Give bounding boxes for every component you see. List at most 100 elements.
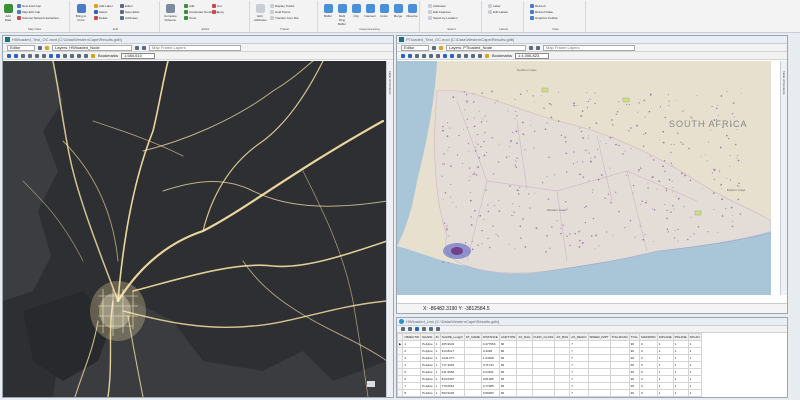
buffer-button[interactable]: Buffer [322,4,334,18]
ribbon-item[interactable]: Refresh Data [530,10,553,14]
table-cell[interactable] [587,396,611,397]
editor-dropdown[interactable]: Editor [401,44,429,51]
fixed-zoom-in-icon[interactable] [429,53,433,58]
table-cell[interactable]: 7 [569,396,589,397]
previous-extent-icon[interactable] [443,53,447,58]
table-cell[interactable] [587,382,611,390]
table-cell[interactable]: 5 [402,368,422,376]
table-cell[interactable] [516,375,533,383]
table-cell[interactable]: 4 [402,361,422,369]
measure-icon[interactable] [471,53,475,58]
zoom-in-icon[interactable] [7,53,11,58]
table-cell[interactable]: 1 [687,340,702,348]
ribbon-item[interactable]: Add Label [94,4,113,8]
table-cell[interactable]: Polyline [420,368,435,376]
pan-hand-icon[interactable] [415,53,419,58]
table-row[interactable]: 2 Polyline 1 313.8217 0.3348 66 7 90 0 1 1 1 [397,347,702,355]
table-cell[interactable]: 3 [402,354,422,362]
ribbon-item[interactable]: Select [94,10,107,14]
identify-tool-icon[interactable] [70,53,74,58]
table-cell[interactable] [554,361,571,369]
table-cell[interactable]: 1 [687,361,702,369]
table-cell[interactable]: 90 [628,382,641,390]
ribbon-item[interactable]: Select by Location [428,16,458,20]
table-cell[interactable]: 90 [628,389,641,397]
table-cell[interactable]: 66 [498,396,518,397]
table-cell[interactable]: 7 [569,375,589,383]
table-cell[interactable]: 0.77905 [480,382,500,390]
table-cell[interactable] [463,382,482,390]
table-cell[interactable]: 7 [402,382,422,390]
merge-button[interactable]: Merge [392,4,404,18]
table-cell[interactable] [463,375,482,383]
table-cell[interactable]: 0 [639,389,658,397]
table-row[interactable]: 4 Polyline 1 717.3315 0.71734 66 7 90 0 1 1 1 [397,361,702,369]
table-cell[interactable]: 0.24161 [480,368,500,376]
table-cell[interactable]: 66 [498,340,518,348]
table-cell[interactable]: 1 [656,368,674,376]
table-cell[interactable]: 1 [656,361,674,369]
ribbon-item[interactable]: Refresh [530,4,546,8]
ribbon-item[interactable]: Copy [212,10,224,14]
edit-tool-icon[interactable] [432,45,436,50]
table-cell[interactable]: 0 [639,340,658,348]
ribbon-item[interactable]: Attributes [428,4,446,8]
table-cell[interactable]: 90 [628,361,641,369]
table-cell[interactable]: 1244.677 [439,354,465,362]
table-row[interactable]: 7 Polyline 1 779.0516 0.77905 66 7 90 0 1 1 1 [397,382,702,390]
bookmarks-button[interactable]: Bookmarks [492,53,512,58]
ribbon-item[interactable]: Editor [120,4,133,8]
clip-button[interactable]: Clip [350,4,362,18]
clear-selection-icon[interactable] [429,327,433,331]
table-cell[interactable]: 813.6497 [439,375,465,383]
table-cell[interactable] [587,361,611,369]
zoom-out-icon[interactable] [408,53,412,58]
table-cell[interactable]: Polyline [420,361,435,369]
table-cell[interactable] [463,361,482,369]
table-cell[interactable] [531,354,556,362]
table-cell[interactable] [609,361,630,369]
table-cell[interactable] [609,368,630,376]
table-cell[interactable]: Polyline [420,389,435,397]
table-cell[interactable]: 1 [656,389,674,397]
table-cell[interactable] [587,375,611,383]
table-cell[interactable] [531,347,556,355]
table-cell[interactable]: 0.81365 [480,375,500,383]
table-cell[interactable]: 90 [628,340,641,348]
table-cell[interactable] [516,382,533,390]
table-cell[interactable] [554,375,571,383]
table-cell[interactable]: 7 [569,382,589,390]
full-extent-icon[interactable] [28,53,32,58]
table-cell[interactable] [587,368,611,376]
pan-icon[interactable] [529,45,533,50]
column-header[interactable]: DISTANCE [480,333,500,341]
table-cell[interactable] [463,347,482,355]
table-cell[interactable]: 1 [672,382,689,390]
table-cell[interactable]: 1 [672,368,689,376]
full-extent-icon[interactable] [422,53,426,58]
table-cell[interactable] [463,396,482,397]
add-field-icon[interactable] [408,327,412,331]
table-cell[interactable] [463,368,482,376]
table-cell[interactable]: 90 [628,368,641,376]
pan-icon[interactable] [135,45,139,50]
table-cell[interactable]: 1 [656,396,674,397]
edit-tool-icon[interactable] [38,45,42,50]
table-cell[interactable]: 0 [639,354,658,362]
add-data-button[interactable]: Add Data [2,4,14,22]
table-cell[interactable] [554,354,571,362]
table-cell[interactable]: Polyline [420,396,435,397]
table-cell[interactable]: 0.477066 [480,340,500,348]
table-cell[interactable] [554,340,571,348]
table-cell[interactable]: 7 [569,389,589,397]
table-cell[interactable]: 9 [402,396,422,397]
table-cell[interactable] [554,382,571,390]
table-cell[interactable]: 66 [498,361,518,369]
select-by-attributes-icon[interactable] [415,327,419,331]
table-cell[interactable]: 1 [656,375,674,383]
table-cell[interactable]: 7 [569,368,589,376]
ribbon-item[interactable]: Edit Features [428,10,451,14]
table-cell[interactable]: 1 [672,361,689,369]
column-header[interactable]: FUNC_CLASS [531,333,556,341]
table-cell[interactable]: 241.5952 [439,368,465,376]
